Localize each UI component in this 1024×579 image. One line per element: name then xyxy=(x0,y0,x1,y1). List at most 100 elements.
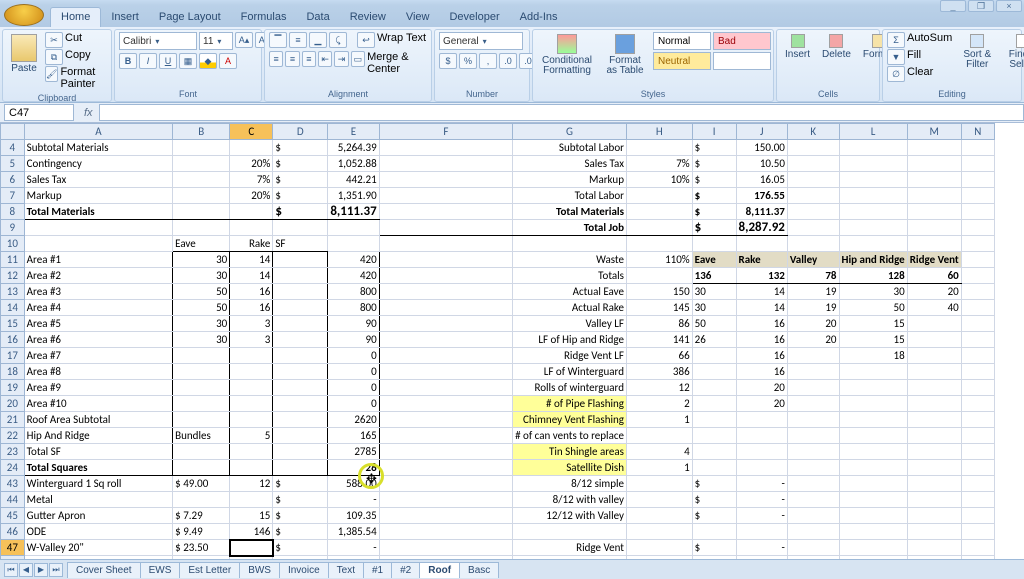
cell[interactable]: 420 xyxy=(328,252,379,268)
cell[interactable] xyxy=(787,508,839,524)
cell[interactable] xyxy=(961,236,994,252)
cell[interactable] xyxy=(961,476,994,492)
cell[interactable] xyxy=(961,156,994,172)
cell[interactable]: 3 xyxy=(230,332,273,348)
cell[interactable] xyxy=(961,284,994,300)
cell[interactable]: Area #6 xyxy=(24,332,172,348)
cell[interactable]: 0 xyxy=(328,364,379,380)
col-header-I[interactable]: I xyxy=(692,124,736,140)
cell[interactable] xyxy=(626,188,692,204)
cell[interactable]: 50 xyxy=(173,300,230,316)
row-header[interactable]: 4 xyxy=(1,140,25,156)
cell[interactable]: 800 xyxy=(328,284,379,300)
grow-font-button[interactable]: A▴ xyxy=(235,32,253,48)
cell[interactable]: Eave xyxy=(173,236,230,252)
cell[interactable]: Rolls of winterguard xyxy=(513,380,627,396)
cell[interactable]: 30 xyxy=(173,252,230,268)
ribbon-tab-add-ins[interactable]: Add-Ins xyxy=(510,8,568,27)
cell[interactable] xyxy=(907,524,961,540)
fx-icon[interactable]: fx xyxy=(78,107,99,119)
row-header[interactable]: 17 xyxy=(1,348,25,364)
cell[interactable] xyxy=(626,268,692,284)
cell[interactable]: 50 xyxy=(692,316,736,332)
cell[interactable]: 132 xyxy=(736,268,787,284)
cell[interactable] xyxy=(736,444,787,460)
cell[interactable]: 7% xyxy=(626,156,692,172)
cell[interactable] xyxy=(961,188,994,204)
cell[interactable] xyxy=(907,156,961,172)
cell[interactable]: Total Labor xyxy=(513,188,627,204)
cell[interactable] xyxy=(273,396,328,412)
cell[interactable] xyxy=(961,412,994,428)
cell[interactable]: 14 xyxy=(230,268,273,284)
cell[interactable]: LF of Winterguard xyxy=(513,364,627,380)
cell[interactable]: - xyxy=(328,540,379,556)
cell[interactable]: 12 xyxy=(626,380,692,396)
align-left-button[interactable]: ≡ xyxy=(269,51,283,67)
cell[interactable] xyxy=(787,220,839,236)
col-header-H[interactable]: H xyxy=(626,124,692,140)
cell[interactable]: $ xyxy=(273,492,328,508)
col-header-A[interactable]: A xyxy=(24,124,172,140)
cell[interactable]: SF xyxy=(273,236,328,252)
cell[interactable]: 8,111.37 xyxy=(328,204,379,220)
cell[interactable] xyxy=(328,236,379,252)
cell[interactable]: 14 xyxy=(736,300,787,316)
cell[interactable] xyxy=(173,380,230,396)
cell[interactable] xyxy=(839,460,907,476)
cell[interactable] xyxy=(173,156,230,172)
cell[interactable] xyxy=(961,460,994,476)
cell[interactable] xyxy=(379,396,512,412)
cell[interactable] xyxy=(273,460,328,476)
cell[interactable]: $ 9.49 xyxy=(173,524,230,540)
cell[interactable] xyxy=(173,220,230,236)
cell[interactable]: Waste xyxy=(513,252,627,268)
cell[interactable]: Total Job xyxy=(513,220,627,236)
style-normal[interactable]: Normal xyxy=(653,32,711,50)
cell[interactable]: - xyxy=(736,492,787,508)
ribbon-tab-developer[interactable]: Developer xyxy=(439,8,509,27)
col-header-F[interactable]: F xyxy=(379,124,512,140)
row-header[interactable]: 9 xyxy=(1,220,25,236)
col-header-N[interactable]: N xyxy=(961,124,994,140)
cell[interactable] xyxy=(907,332,961,348)
cell[interactable]: - xyxy=(736,540,787,556)
cell[interactable]: 16 xyxy=(736,364,787,380)
cell[interactable]: $ xyxy=(273,140,328,156)
ribbon-tab-review[interactable]: Review xyxy=(340,8,396,27)
cell[interactable]: $ xyxy=(692,204,736,220)
cell[interactable] xyxy=(692,364,736,380)
cell[interactable] xyxy=(787,396,839,412)
merge-center-button[interactable]: Merge & Center xyxy=(367,51,427,75)
row-header[interactable]: 24 xyxy=(1,460,25,476)
percent-button[interactable]: % xyxy=(459,53,477,69)
cell[interactable] xyxy=(692,396,736,412)
cell[interactable]: Sales Tax xyxy=(513,156,627,172)
cell[interactable] xyxy=(839,508,907,524)
cell[interactable] xyxy=(787,540,839,556)
cell[interactable] xyxy=(961,220,994,236)
cell[interactable] xyxy=(24,236,172,252)
cell[interactable]: 8,111.37 xyxy=(736,204,787,220)
worksheet-area[interactable]: ABCDEFGHIJKLMN4Subtotal Materials$5,264.… xyxy=(0,123,1024,559)
cell[interactable]: 12 xyxy=(230,476,273,492)
cell[interactable] xyxy=(626,492,692,508)
cell[interactable] xyxy=(961,540,994,556)
cell[interactable] xyxy=(787,172,839,188)
cell[interactable] xyxy=(230,412,273,428)
cell[interactable] xyxy=(379,428,512,444)
cell[interactable]: 90 xyxy=(328,316,379,332)
sheet-tab-ews[interactable]: EWS xyxy=(140,562,181,578)
cell[interactable]: Total Materials xyxy=(513,204,627,220)
sheet-tab--2[interactable]: #2 xyxy=(391,562,420,578)
cell[interactable] xyxy=(379,492,512,508)
cell[interactable]: Contingency xyxy=(24,156,172,172)
col-header-G[interactable]: G xyxy=(513,124,627,140)
cell[interactable] xyxy=(230,364,273,380)
cell[interactable]: Ridge Vent xyxy=(513,540,627,556)
cell[interactable]: 15 xyxy=(839,332,907,348)
format-painter-button[interactable]: Format Painter xyxy=(60,66,107,90)
cell[interactable] xyxy=(787,204,839,220)
cell[interactable]: - xyxy=(736,508,787,524)
align-right-button[interactable]: ≡ xyxy=(302,51,316,67)
